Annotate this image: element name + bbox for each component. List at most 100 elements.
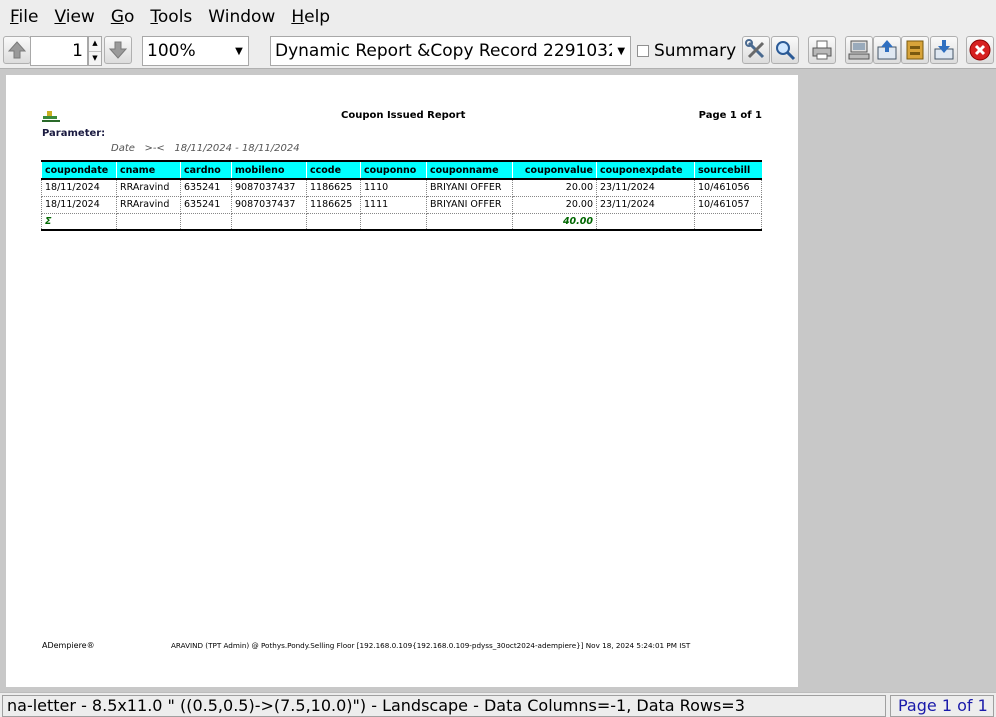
cell-cardno: 635241 [180, 195, 232, 214]
total-empty [426, 212, 513, 231]
tools-icon [745, 39, 765, 59]
status-bar: na-letter - 8.5x11.0 " ((0.5,0.5)->(7.5,… [0, 692, 996, 717]
footer-info: ARAVIND (TPT Admin) @ Pothys.Pondy.Selli… [171, 641, 691, 650]
menu-go[interactable]: Go [103, 0, 143, 34]
total-empty [360, 212, 427, 231]
company-logo-icon [42, 111, 60, 122]
parameter-label: Parameter: [42, 128, 106, 139]
printer-icon [812, 40, 832, 60]
page-number-field[interactable]: 1 [30, 36, 88, 66]
total-empty [694, 212, 762, 231]
table-row: 18/11/2024 RRAravind 635241 9087037437 1… [41, 195, 762, 214]
download-button[interactable] [930, 36, 958, 64]
col-header-ccode: ccode [306, 160, 361, 180]
total-empty [231, 212, 307, 231]
magnifier-icon [776, 41, 796, 61]
table-row: 18/11/2024 RRAravind 635241 9087037437 1… [41, 178, 762, 197]
cell-coupondate: 18/11/2024 [41, 195, 117, 214]
arrow-down-icon [109, 41, 127, 59]
report-title: Coupon Issued Report [341, 110, 466, 121]
arrow-up-icon [8, 41, 26, 59]
footer-brand: ADempiere® [42, 641, 95, 650]
previous-page-button[interactable] [3, 36, 31, 64]
cell-mobileno: 9087037437 [231, 178, 307, 197]
zoom-select[interactable]: 100% ▼ [142, 36, 249, 66]
total-couponvalue: 40.00 [512, 212, 597, 231]
cell-coupondate: 18/11/2024 [41, 178, 117, 197]
menu-window[interactable]: Window [200, 0, 283, 34]
page-spinner[interactable]: ▲ ▼ [88, 36, 102, 66]
report-page: Coupon Issued Report Page 1 of 1 Paramet… [6, 75, 798, 687]
menu-tools-label: ools [157, 7, 193, 27]
menu-view[interactable]: View [46, 0, 102, 34]
report-viewer[interactable]: Coupon Issued Report Page 1 of 1 Paramet… [0, 68, 996, 692]
parameter-line: Date >-< 18/11/2024 - 18/11/2024 [111, 143, 300, 154]
download-icon [934, 40, 954, 60]
menu-file-label: ile [18, 7, 39, 27]
cell-couponexpdate: 23/11/2024 [596, 195, 695, 214]
menu-help-mnemonic: H [291, 7, 305, 27]
cell-cname: RRAravind [116, 195, 181, 214]
total-symbol: Σ [41, 212, 117, 231]
toolbar: 1 ▲ ▼ 100% ▼ Dynamic Report &Copy Record… [0, 34, 996, 68]
computer-icon [848, 40, 870, 60]
chevron-down-icon: ▼ [235, 45, 243, 57]
col-header-couponno: couponno [360, 160, 427, 180]
total-empty [306, 212, 361, 231]
total-empty [116, 212, 181, 231]
col-header-couponexpdate: couponexpdate [596, 160, 695, 180]
cell-couponexpdate: 23/11/2024 [596, 178, 695, 197]
col-header-sourcebill: sourcebill [694, 160, 762, 180]
menu-tools-mnemonic: T [150, 7, 158, 27]
total-empty [596, 212, 695, 231]
cell-couponvalue: 20.00 [512, 178, 597, 197]
next-page-button[interactable] [104, 36, 132, 64]
col-header-coupondate: coupondate [41, 160, 117, 180]
menu-file[interactable]: File [2, 0, 46, 34]
cell-sourcebill: 10/461056 [694, 178, 762, 197]
menu-go-mnemonic: G [110, 7, 124, 27]
col-header-mobileno: mobileno [231, 160, 307, 180]
report-select-value: Dynamic Report &Copy Record 2291032 [275, 41, 613, 61]
chevron-down-icon: ▼ [617, 45, 626, 57]
menu-view-mnemonic: V [54, 7, 66, 27]
cell-mobileno: 9087037437 [231, 195, 307, 214]
status-page-count: Page 1 of 1 [890, 695, 994, 717]
col-header-couponvalue: couponvalue [512, 160, 597, 180]
zoom-value: 100% [147, 41, 196, 61]
cell-sourcebill: 10/461057 [694, 195, 762, 214]
menu-tools[interactable]: Tools [142, 0, 200, 34]
close-button[interactable] [966, 36, 994, 64]
find-button[interactable] [771, 36, 799, 64]
report-select[interactable]: Dynamic Report &Copy Record 2291032 ▼ [270, 36, 631, 66]
archive-button[interactable] [901, 36, 929, 64]
print-button[interactable] [808, 36, 836, 64]
spinner-down-icon[interactable]: ▼ [89, 50, 101, 66]
menu-go-label: o [124, 7, 135, 27]
col-header-cardno: cardno [180, 160, 232, 180]
cell-couponname: BRIYANI OFFER [426, 195, 513, 214]
summary-toggle[interactable]: Summary [637, 36, 739, 66]
menu-window-label: Window [208, 7, 276, 27]
cell-couponname: BRIYANI OFFER [426, 178, 513, 197]
customize-button[interactable] [742, 36, 770, 64]
cell-ccode: 1186625 [306, 178, 361, 197]
cell-ccode: 1186625 [306, 195, 361, 214]
cell-couponvalue: 20.00 [512, 195, 597, 214]
menu-view-label: iew [65, 7, 95, 27]
report-page-number: Page 1 of 1 [698, 110, 762, 121]
send-button[interactable] [873, 36, 901, 64]
spinner-up-icon[interactable]: ▲ [89, 37, 101, 51]
status-page-info: na-letter - 8.5x11.0 " ((0.5,0.5)->(7.5,… [2, 695, 886, 717]
col-header-cname: cname [116, 160, 181, 180]
menu-bar: File View Go Tools Window Help [0, 0, 996, 34]
cell-cardno: 635241 [180, 178, 232, 197]
table-header-row: coupondate cname cardno mobileno ccode c… [41, 160, 762, 180]
summary-checkbox[interactable] [637, 45, 649, 57]
col-header-couponname: couponname [426, 160, 513, 180]
close-icon [969, 39, 991, 61]
report-table: coupondate cname cardno mobileno ccode c… [41, 160, 762, 231]
menu-help[interactable]: Help [283, 0, 338, 34]
total-empty [180, 212, 232, 231]
export-button[interactable] [845, 36, 873, 64]
